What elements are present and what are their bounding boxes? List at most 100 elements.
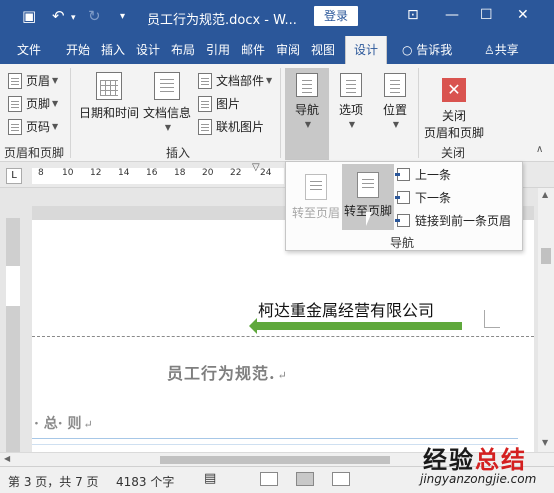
scroll-thumb[interactable] <box>160 456 390 464</box>
watermark-url: jingyanzongjie.com <box>420 472 537 486</box>
customize-qat-icon[interactable]: ▾ <box>120 11 125 22</box>
tab-header-footer-design[interactable]: 设计 <box>345 36 388 64</box>
chevron-down-icon: ▼ <box>52 122 59 131</box>
print-layout-view-icon[interactable] <box>296 472 314 486</box>
page-number-button[interactable]: 页码 ▼ <box>8 118 58 135</box>
undo-icon[interactable]: ↶ <box>52 7 65 25</box>
header-button[interactable]: 页眉 ▼ <box>8 72 58 89</box>
previous-button[interactable]: 上一条 <box>395 166 452 183</box>
scroll-up-icon[interactable]: ▲ <box>542 190 548 199</box>
document-info-button[interactable]: 文档信息 ▼ <box>142 72 192 132</box>
date-time-label: 日期和时间 <box>78 106 139 120</box>
pictures-button[interactable]: 图片 <box>198 95 240 112</box>
tell-me-search[interactable]: ○ 告诉我 <box>402 41 452 58</box>
lightbulb-icon: ○ <box>402 43 417 57</box>
watermark-text-a: 经验 <box>423 446 475 474</box>
person-icon: ♙ <box>484 43 495 57</box>
redo-icon: ↻ <box>88 7 101 25</box>
position-button[interactable]: 位置 ▼ <box>376 73 414 129</box>
collapse-ribbon-icon[interactable]: ∧ <box>536 144 543 155</box>
title-bar: ▣ ↶ ▾ ↻ ▾ 员工行为规范.docx - W... 登录 ⊡ — ☐ ✕ <box>0 0 554 33</box>
online-pictures-label: 联机图片 <box>216 120 265 134</box>
undo-dropdown-icon[interactable]: ▾ <box>71 13 76 23</box>
navigation-button[interactable]: 导航 ▼ <box>285 68 329 160</box>
next-button[interactable]: 下一条 <box>395 189 452 206</box>
ribbon-display-icon[interactable]: ⊡ <box>407 7 419 23</box>
window-title: 员工行为规范.docx - W... <box>147 13 297 28</box>
scroll-left-icon[interactable]: ◀ <box>4 454 10 463</box>
paragraph-mark-icon: ↵ <box>277 369 288 382</box>
position-icon <box>384 73 406 97</box>
header-text[interactable]: 柯达重金属经营有限公司 <box>258 297 434 321</box>
page-count[interactable]: 第 3 页，共 7 页 <box>8 473 99 490</box>
header-boundary <box>32 336 534 337</box>
scroll-thumb[interactable] <box>541 248 551 264</box>
read-mode-view-icon[interactable] <box>260 472 278 486</box>
quick-parts-button[interactable]: 文档部件 ▼ <box>198 72 272 89</box>
vertical-ruler <box>6 218 20 452</box>
tab-review[interactable]: 审阅 <box>276 41 300 58</box>
highlight-arrow <box>249 318 462 334</box>
footer-icon <box>8 95 22 112</box>
document-info-icon <box>154 72 180 100</box>
group-label-close: 关闭 <box>441 146 466 160</box>
share-button[interactable]: ♙共享 <box>484 41 519 58</box>
navigation-group-label: 导航 <box>390 236 415 250</box>
tab-selector[interactable]: L <box>6 168 22 184</box>
link-to-previous-label: 链接到前一条页眉 <box>415 214 512 228</box>
tab-file[interactable]: 文件 <box>17 41 41 58</box>
word-count[interactable]: 4183 个字 <box>116 473 174 490</box>
scroll-down-icon[interactable]: ▼ <box>542 438 548 447</box>
ribbon: 页眉 ▼ 页脚 ▼ 页码 ▼ 页眉和页脚 日期和时间 文档信息 ▼ 文档部件 ▼ 图片 … <box>0 64 554 162</box>
tab-insert[interactable]: 插入 <box>101 41 125 58</box>
tab-references[interactable]: 引用 <box>206 41 230 58</box>
mouse-cursor-icon <box>366 212 378 226</box>
ribbon-tabs: 文件 开始 插入 设计 布局 引用 邮件 审阅 视图 设计 ○ 告诉我 ♙共享 <box>0 33 554 64</box>
footer-button[interactable]: 页脚 ▼ <box>8 95 58 112</box>
previous-label: 上一条 <box>415 168 452 182</box>
online-pictures-button[interactable]: 联机图片 <box>198 118 264 135</box>
indent-marker-icon[interactable]: ▽ <box>252 162 260 173</box>
tab-layout[interactable]: 布局 <box>171 41 195 58</box>
page-number-icon <box>8 118 22 135</box>
close-header-footer-button[interactable]: ✕ 关闭 页眉和页脚 <box>420 78 488 141</box>
document-title[interactable]: 员工行为规范. ↵ <box>167 360 288 384</box>
group-label-header-footer: 页眉和页脚 <box>4 146 65 160</box>
header-page-icon <box>305 174 327 200</box>
next-label: 下一条 <box>415 191 452 205</box>
ruler-tick: 24 <box>260 168 272 178</box>
ruler-tick: 10 <box>62 168 74 178</box>
paragraph-mark-icon: ↵ <box>83 418 93 431</box>
web-layout-view-icon[interactable] <box>332 472 350 486</box>
maximize-icon[interactable]: ☐ <box>480 7 493 23</box>
login-button[interactable]: 登录 <box>314 6 358 26</box>
close-label-line2: 页眉和页脚 <box>423 126 484 140</box>
date-time-button[interactable]: 日期和时间 <box>78 72 140 121</box>
link-icon <box>395 214 410 227</box>
position-label: 位置 <box>382 103 407 117</box>
next-icon <box>395 191 410 204</box>
ruler-tick: 20 <box>202 168 214 178</box>
quick-parts-label: 文档部件 <box>216 74 265 88</box>
proofing-icon[interactable]: ▤ <box>204 471 216 486</box>
online-picture-icon <box>198 118 212 135</box>
tab-view[interactable]: 视图 <box>311 41 335 58</box>
vertical-scrollbar[interactable]: ▲ ▼ <box>538 188 554 452</box>
chevron-down-icon: ▼ <box>304 120 312 129</box>
ruler-tick: 22 <box>230 168 242 178</box>
options-button[interactable]: 选项 ▼ <box>333 73 369 129</box>
ruler-tick: 18 <box>174 168 186 178</box>
navigation-dropdown: 转至页眉 转至页脚 上一条 下一条 链接到前一条页眉 导航 <box>285 161 523 251</box>
minimize-icon[interactable]: — <box>445 7 459 23</box>
save-icon[interactable]: ▣ <box>22 7 36 25</box>
close-icon: ✕ <box>442 78 466 102</box>
link-to-previous-button[interactable]: 链接到前一条页眉 <box>395 212 512 229</box>
margin-corner-mark <box>484 310 500 328</box>
section-heading[interactable]: · 总· 则 ↵ <box>34 413 93 433</box>
close-window-icon[interactable]: ✕ <box>517 7 529 23</box>
tab-mailings[interactable]: 邮件 <box>241 41 265 58</box>
group-divider <box>418 68 419 158</box>
tab-design[interactable]: 设计 <box>136 41 160 58</box>
tab-home[interactable]: 开始 <box>66 41 90 58</box>
ruler-tick: 14 <box>118 168 130 178</box>
